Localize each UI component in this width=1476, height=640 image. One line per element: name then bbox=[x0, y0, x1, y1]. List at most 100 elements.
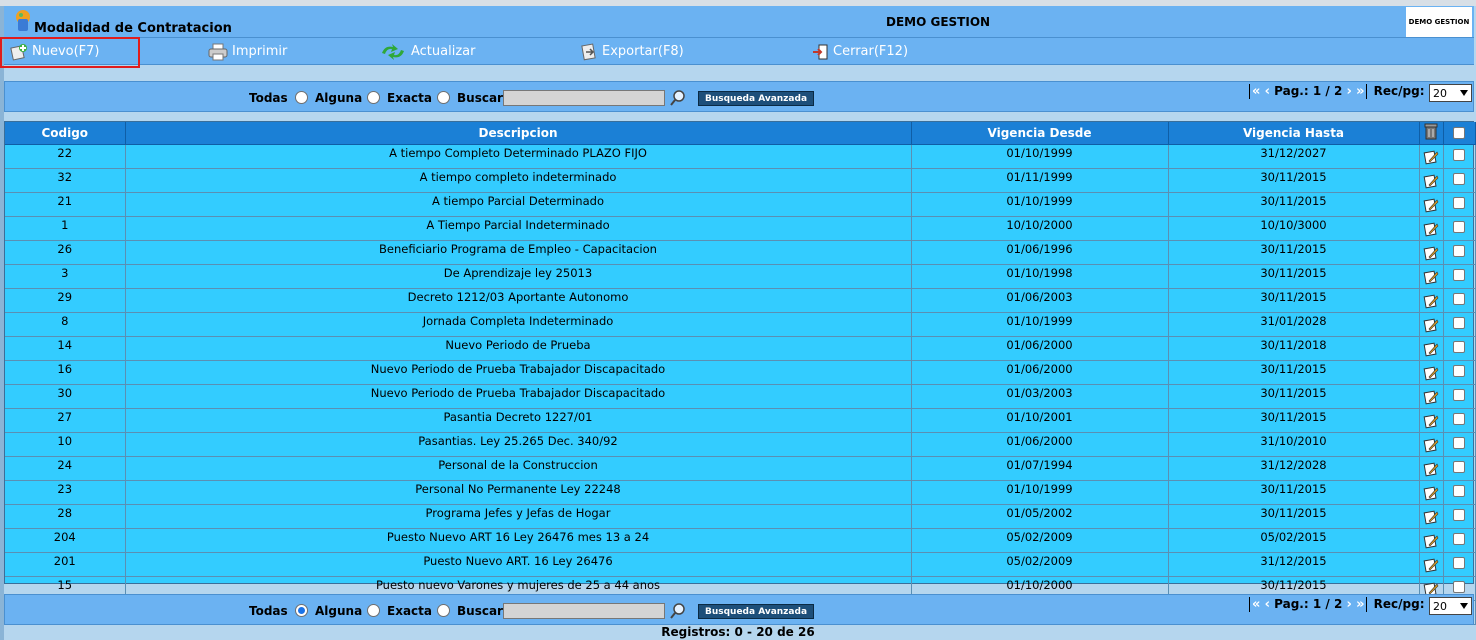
table-row[interactable]: 14 Nuevo Periodo de Prueba 01/06/2000 30/11… bbox=[5, 336, 1476, 361]
row-checkbox[interactable] bbox=[1453, 148, 1465, 161]
row-checkbox[interactable] bbox=[1453, 364, 1465, 377]
table-row[interactable]: 26 Beneficiario Programa de Empleo - Capa… bbox=[5, 240, 1476, 265]
row-edit[interactable] bbox=[1419, 408, 1444, 433]
edit-icon[interactable] bbox=[1423, 269, 1439, 288]
edit-icon[interactable] bbox=[1423, 557, 1439, 576]
row-edit[interactable] bbox=[1419, 144, 1444, 169]
row-edit[interactable] bbox=[1419, 552, 1444, 577]
table-row[interactable]: 23 Personal No Permanente Ley 22248 01/10/… bbox=[5, 480, 1476, 505]
edit-icon[interactable] bbox=[1423, 365, 1439, 384]
records-per-page-select[interactable]: 20 bbox=[1429, 597, 1472, 615]
table-row[interactable]: 22 A tiempo Completo Determinado PLAZO FI… bbox=[5, 144, 1476, 169]
row-checkbox[interactable] bbox=[1453, 244, 1465, 257]
row-checkbox[interactable] bbox=[1453, 460, 1465, 473]
row-edit[interactable] bbox=[1419, 504, 1444, 529]
row-checkbox[interactable] bbox=[1453, 292, 1465, 305]
export-button[interactable]: Exportar(F8) bbox=[580, 38, 684, 65]
row-checkbox[interactable] bbox=[1453, 436, 1465, 449]
trash-icon[interactable] bbox=[1423, 122, 1439, 140]
row-select[interactable] bbox=[1443, 384, 1476, 409]
new-button[interactable]: Nuevo(F7) bbox=[10, 38, 100, 65]
row-checkbox[interactable] bbox=[1453, 172, 1465, 185]
row-select[interactable] bbox=[1443, 456, 1476, 481]
records-per-page-select[interactable]: 20 bbox=[1429, 84, 1472, 102]
edit-icon[interactable] bbox=[1423, 149, 1439, 168]
table-row[interactable]: 29 Decreto 1212/03 Aportante Autonomo 01/0… bbox=[5, 288, 1476, 313]
table-row[interactable]: 1A Tiempo Parcial Indeterminado 10/10/200… bbox=[5, 216, 1476, 241]
row-edit[interactable] bbox=[1419, 312, 1444, 337]
row-checkbox[interactable] bbox=[1453, 388, 1465, 401]
row-select[interactable] bbox=[1443, 432, 1476, 457]
row-select[interactable] bbox=[1443, 192, 1476, 217]
row-edit[interactable] bbox=[1419, 360, 1444, 385]
row-edit[interactable] bbox=[1419, 528, 1444, 553]
next-page-icon[interactable]: › bbox=[1347, 597, 1352, 612]
table-row[interactable]: 24 Personal de la Construccion 01/07/1994 3… bbox=[5, 456, 1476, 481]
header-delete[interactable] bbox=[1419, 122, 1444, 145]
first-page-icon[interactable]: « bbox=[1252, 84, 1260, 99]
row-select[interactable] bbox=[1443, 312, 1476, 337]
row-select[interactable] bbox=[1443, 528, 1476, 553]
row-checkbox[interactable] bbox=[1453, 196, 1465, 209]
edit-icon[interactable] bbox=[1423, 389, 1439, 408]
edit-icon[interactable] bbox=[1423, 437, 1439, 456]
table-row[interactable]: 10 Pasantias. Ley 25.265 Dec. 340/92 01/06… bbox=[5, 432, 1476, 457]
row-edit[interactable] bbox=[1419, 192, 1444, 217]
row-select[interactable] bbox=[1443, 144, 1476, 169]
row-checkbox[interactable] bbox=[1453, 340, 1465, 353]
edit-icon[interactable] bbox=[1423, 509, 1439, 528]
table-row[interactable]: 16 Nuevo Periodo de Prueba Trabajador Dis… bbox=[5, 360, 1476, 385]
row-edit[interactable] bbox=[1419, 216, 1444, 241]
edit-icon[interactable] bbox=[1423, 197, 1439, 216]
prev-page-icon[interactable]: ‹ bbox=[1265, 597, 1270, 612]
table-row[interactable]: 27 Pasantia Decreto 1227/01 01/10/2001 30/1… bbox=[5, 408, 1476, 433]
row-select[interactable] bbox=[1443, 264, 1476, 289]
radio-todas[interactable] bbox=[295, 604, 308, 617]
edit-icon[interactable] bbox=[1423, 245, 1439, 264]
table-row[interactable]: 8 Jornada Completa Indeterminado 01/10/199… bbox=[5, 312, 1476, 337]
row-select[interactable] bbox=[1443, 360, 1476, 385]
table-row[interactable]: 21 A tiempo Parcial Determinado 01/10/1999… bbox=[5, 192, 1476, 217]
edit-icon[interactable] bbox=[1423, 293, 1439, 312]
close-button[interactable]: Cerrar(F12) bbox=[811, 38, 908, 65]
edit-icon[interactable] bbox=[1423, 461, 1439, 480]
prev-page-icon[interactable]: ‹ bbox=[1265, 84, 1270, 99]
row-checkbox[interactable] bbox=[1453, 532, 1465, 545]
row-select[interactable] bbox=[1443, 336, 1476, 361]
row-select[interactable] bbox=[1443, 168, 1476, 193]
advanced-search-button[interactable]: Busqueda Avanzada bbox=[698, 91, 814, 106]
edit-icon[interactable] bbox=[1423, 485, 1439, 504]
edit-icon[interactable] bbox=[1423, 413, 1439, 432]
row-select[interactable] bbox=[1443, 240, 1476, 265]
row-select[interactable] bbox=[1443, 552, 1476, 577]
first-page-icon[interactable]: « bbox=[1252, 597, 1260, 612]
row-checkbox[interactable] bbox=[1453, 556, 1465, 569]
select-all-checkbox[interactable] bbox=[1453, 126, 1465, 139]
row-checkbox[interactable] bbox=[1453, 316, 1465, 329]
edit-icon[interactable] bbox=[1423, 533, 1439, 552]
row-edit[interactable] bbox=[1419, 264, 1444, 289]
refresh-button[interactable]: Actualizar bbox=[379, 38, 475, 65]
table-row[interactable]: 28 Programa Jefes y Jefas de Hogar 01/05/2… bbox=[5, 504, 1476, 529]
table-row[interactable]: 201 Puesto Nuevo ART. 16 Ley 26476 05/02/2… bbox=[5, 552, 1476, 577]
row-edit[interactable] bbox=[1419, 288, 1444, 313]
row-select[interactable] bbox=[1443, 288, 1476, 313]
row-edit[interactable] bbox=[1419, 432, 1444, 457]
row-select[interactable] bbox=[1443, 480, 1476, 505]
radio-alguna[interactable] bbox=[367, 91, 380, 104]
row-select[interactable] bbox=[1443, 408, 1476, 433]
table-row[interactable]: 204 Puesto Nuevo ART 16 Ley 26476 mes 13 … bbox=[5, 528, 1476, 553]
radio-exacta[interactable] bbox=[437, 91, 450, 104]
row-edit[interactable] bbox=[1419, 336, 1444, 361]
table-row[interactable]: 32 A tiempo completo indeterminado 01/11/1… bbox=[5, 168, 1476, 193]
header-codigo[interactable]: Codigo bbox=[5, 122, 126, 145]
radio-exacta[interactable] bbox=[437, 604, 450, 617]
row-edit[interactable] bbox=[1419, 384, 1444, 409]
last-page-icon[interactable]: » bbox=[1356, 84, 1364, 99]
row-checkbox[interactable] bbox=[1453, 412, 1465, 425]
row-checkbox[interactable] bbox=[1453, 220, 1465, 233]
row-checkbox[interactable] bbox=[1453, 508, 1465, 521]
advanced-search-button[interactable]: Busqueda Avanzada bbox=[698, 604, 814, 619]
row-edit[interactable] bbox=[1419, 240, 1444, 265]
table-row[interactable]: 30 Nuevo Periodo de Prueba Trabajador Dis… bbox=[5, 384, 1476, 409]
